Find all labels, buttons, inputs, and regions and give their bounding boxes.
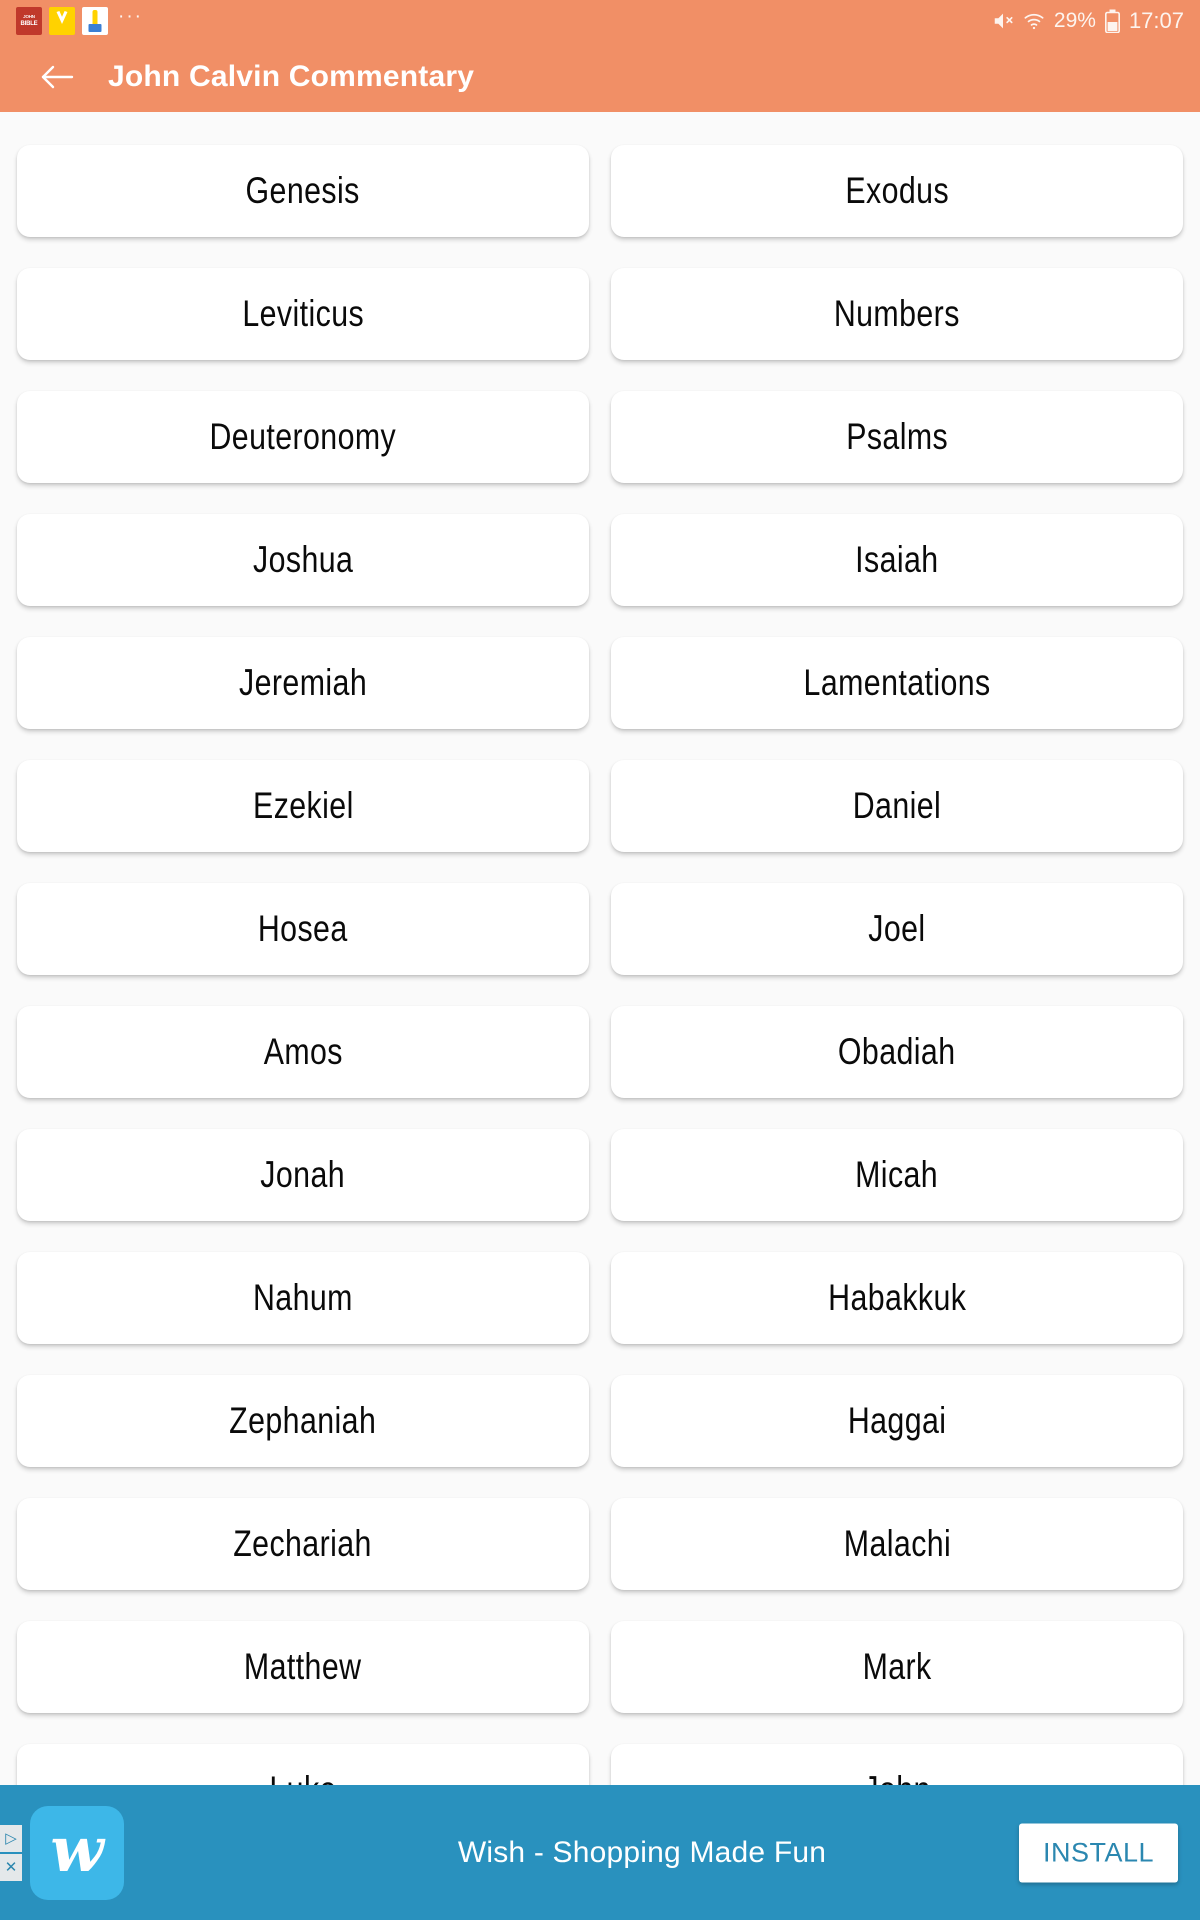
app-bar: John Calvin Commentary (0, 42, 1200, 112)
book-card-jeremiah[interactable]: Jeremiah (17, 637, 589, 729)
book-row: Zephaniah Haggai (0, 1375, 1200, 1467)
back-arrow-icon[interactable] (38, 58, 76, 96)
book-label: Jeremiah (238, 662, 368, 703)
book-label: Joshua (252, 539, 354, 580)
bible-app-icon-line1: JOHN (23, 14, 35, 20)
book-card-mark[interactable]: Mark (611, 1621, 1183, 1713)
book-card-jonah[interactable]: Jonah (17, 1129, 589, 1221)
book-label: Obadiah (838, 1031, 956, 1072)
yellow-app-icon (49, 7, 75, 35)
ad-banner[interactable]: ▷ ✕ w Wish - Shopping Made Fun INSTALL (0, 1785, 1200, 1920)
book-label: Leviticus (242, 293, 364, 334)
book-card-luke[interactable]: Luke (17, 1744, 589, 1785)
book-card-daniel[interactable]: Daniel (611, 760, 1183, 852)
battery-percent-label: 29% (1053, 9, 1096, 32)
book-card-haggai[interactable]: Haggai (611, 1375, 1183, 1467)
book-label: Habakkuk (827, 1277, 967, 1318)
book-card-zephaniah[interactable]: Zephaniah (17, 1375, 589, 1467)
book-grid[interactable]: Genesis Exodus Leviticus Numbers Deutero… (0, 112, 1200, 1785)
battery-icon (1104, 9, 1120, 33)
book-label: Zechariah (233, 1523, 373, 1564)
book-card-malachi[interactable]: Malachi (611, 1498, 1183, 1590)
wish-logo-letter: w (50, 1812, 104, 1886)
book-card-lamentations[interactable]: Lamentations (611, 637, 1183, 729)
book-card-isaiah[interactable]: Isaiah (611, 514, 1183, 606)
book-label: Matthew (244, 1646, 362, 1687)
book-label: Genesis (245, 170, 361, 211)
book-row: Deuteronomy Psalms (0, 391, 1200, 483)
book-label: Ezekiel (252, 785, 354, 826)
app-screen: JOHN BIBLE ··· 29% 17:07 John Calvin Com… (0, 0, 1200, 1920)
book-row: Ezekiel Daniel (0, 760, 1200, 852)
bible-app-icon-line2: BIBLE (20, 20, 38, 27)
book-label: Amos (263, 1031, 343, 1072)
book-row: Amos Obadiah (0, 1006, 1200, 1098)
book-label: Nahum (253, 1277, 353, 1318)
book-card-matthew[interactable]: Matthew (17, 1621, 589, 1713)
book-row: Luke John (0, 1744, 1200, 1785)
book-card-numbers[interactable]: Numbers (611, 268, 1183, 360)
book-row: Matthew Mark (0, 1621, 1200, 1713)
book-card-obadiah[interactable]: Obadiah (611, 1006, 1183, 1098)
book-label: Mark (862, 1646, 932, 1687)
book-card-micah[interactable]: Micah (611, 1129, 1183, 1221)
book-card-exodus[interactable]: Exodus (611, 145, 1183, 237)
wifi-icon (1023, 11, 1045, 31)
clock-label: 17:07 (1128, 8, 1184, 33)
page-title: John Calvin Commentary (108, 60, 475, 93)
book-card-leviticus[interactable]: Leviticus (17, 268, 589, 360)
adchoices-info-icon[interactable]: ▷ (0, 1824, 22, 1852)
wish-logo-icon: w (30, 1805, 124, 1900)
ad-close-icon[interactable]: ✕ (0, 1853, 22, 1881)
book-card-nahum[interactable]: Nahum (17, 1252, 589, 1344)
adchoices-controls: ▷ ✕ (0, 1824, 22, 1881)
book-card-deuteronomy[interactable]: Deuteronomy (17, 391, 589, 483)
book-row: Leviticus Numbers (0, 268, 1200, 360)
book-label: Psalms (846, 416, 948, 457)
book-label: Zephaniah (229, 1400, 377, 1441)
bible-app-icon: JOHN BIBLE (16, 7, 42, 35)
book-row: Zechariah Malachi (0, 1498, 1200, 1590)
book-label: Jonah (260, 1154, 346, 1195)
book-row: Jonah Micah (0, 1129, 1200, 1221)
book-card-zechariah[interactable]: Zechariah (17, 1498, 589, 1590)
book-label: Haggai (847, 1400, 947, 1441)
book-card-ezekiel[interactable]: Ezekiel (17, 760, 589, 852)
status-indicators: 29% 17:07 (992, 8, 1184, 34)
book-label: Micah (855, 1154, 939, 1195)
book-label: Daniel (852, 785, 942, 826)
mute-icon (992, 10, 1014, 32)
book-row: Hosea Joel (0, 883, 1200, 975)
status-notification-icons: JOHN BIBLE ··· (16, 7, 143, 35)
book-card-john[interactable]: John (611, 1744, 1183, 1785)
book-label: Deuteronomy (209, 416, 397, 457)
book-card-joel[interactable]: Joel (611, 883, 1183, 975)
book-card-psalms[interactable]: Psalms (611, 391, 1183, 483)
book-label: Malachi (843, 1523, 951, 1564)
book-row: Nahum Habakkuk (0, 1252, 1200, 1344)
book-row: Jeremiah Lamentations (0, 637, 1200, 729)
book-label: Exodus (845, 170, 949, 211)
book-label: John (863, 1769, 930, 1785)
book-label: Isaiah (855, 539, 939, 580)
book-card-amos[interactable]: Amos (17, 1006, 589, 1098)
book-card-habakkuk[interactable]: Habakkuk (611, 1252, 1183, 1344)
book-label: Joel (868, 908, 926, 949)
book-card-hosea[interactable]: Hosea (17, 883, 589, 975)
book-card-genesis[interactable]: Genesis (17, 145, 589, 237)
install-button[interactable]: INSTALL (1018, 1823, 1178, 1882)
book-label: Numbers (834, 293, 960, 334)
white-blue-app-icon (82, 7, 108, 35)
more-notifications-ellipsis: ··· (118, 6, 143, 27)
book-card-joshua[interactable]: Joshua (17, 514, 589, 606)
book-label: Lamentations (803, 662, 991, 703)
book-row: Joshua Isaiah (0, 514, 1200, 606)
book-row: Genesis Exodus (0, 145, 1200, 237)
status-bar: JOHN BIBLE ··· 29% 17:07 (0, 0, 1200, 42)
book-label: Luke (269, 1769, 336, 1785)
book-label: Hosea (258, 908, 348, 949)
